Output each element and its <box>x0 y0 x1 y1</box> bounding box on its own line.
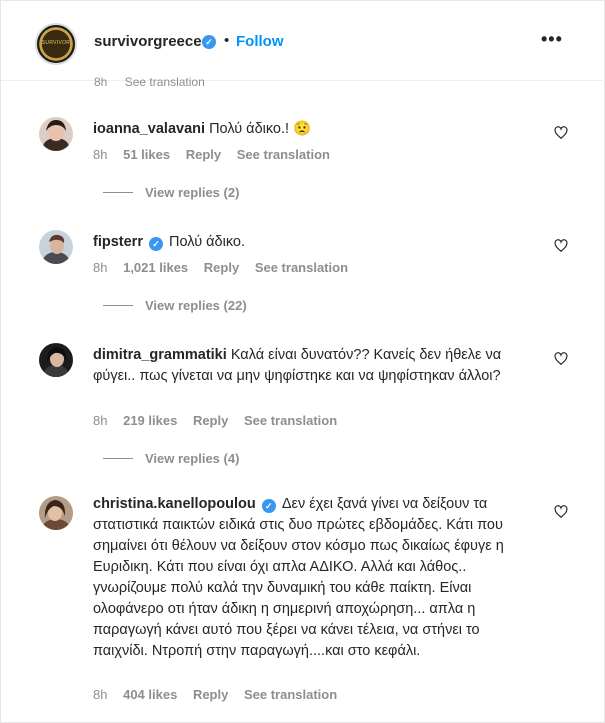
view-replies-button[interactable]: View replies (22) <box>103 298 247 313</box>
comment-likes[interactable]: 219 likes <box>123 413 177 428</box>
comment-meta: 8h 219 likes Reply See translation <box>93 413 349 428</box>
like-heart-icon[interactable] <box>554 126 568 140</box>
replies-divider <box>103 458 133 459</box>
comment-meta: 8h 51 likes Reply See translation <box>93 147 342 162</box>
commenter-username[interactable]: ioanna_valavani <box>93 121 205 137</box>
comment-time: 8h <box>93 147 108 162</box>
header-separator: • <box>224 32 230 49</box>
reply-button[interactable]: Reply <box>193 687 228 702</box>
comment-meta: 8h 1,021 likes Reply See translation <box>93 260 360 275</box>
verified-badge-icon: ✓ <box>202 35 216 49</box>
commenter-avatar[interactable] <box>39 230 73 264</box>
comment-likes[interactable]: 404 likes <box>123 687 177 702</box>
verified-badge-icon: ✓ <box>261 499 276 513</box>
account-username[interactable]: survivorgreece <box>94 33 202 50</box>
view-replies-label: View replies (4) <box>145 451 240 466</box>
verified-badge-icon: ✓ <box>149 237 163 251</box>
comment-text-block: christina.kanellopoulou ✓ Δεν έχει ξανά … <box>93 494 533 662</box>
comment-likes[interactable]: 1,021 likes <box>123 260 188 275</box>
reply-button[interactable]: Reply <box>193 413 228 428</box>
comment-time: 8h <box>93 687 108 702</box>
comment-time: 8h <box>94 75 108 87</box>
commenter-username[interactable]: dimitra_grammatiki <box>93 347 227 363</box>
comment-text-block: dimitra_grammatiki Καλά είναι δυνατόν?? … <box>93 345 533 387</box>
view-replies-button[interactable]: View replies (4) <box>103 451 239 466</box>
like-heart-icon[interactable] <box>554 505 568 519</box>
comment-text: Δεν έχει ξανά γίνει να δείξουν τα στατισ… <box>93 496 504 659</box>
post-comments-panel: SURVIVOR survivorgreece ✓ • Follow ••• 8… <box>0 0 605 723</box>
avatar-logo-text: SURVIVOR <box>41 40 71 46</box>
comment-text-block: ioanna_valavani Πολύ άδικο.! 😟 <box>93 119 533 140</box>
post-header: SURVIVOR survivorgreece ✓ • Follow ••• <box>1 1 605 81</box>
more-options-icon[interactable]: ••• <box>541 29 563 50</box>
comment-meta: 8h 404 likes Reply See translation <box>93 687 349 702</box>
like-heart-icon[interactable] <box>554 239 568 253</box>
comment-likes[interactable]: 51 likes <box>123 147 170 162</box>
view-replies-label: View replies (2) <box>145 185 240 200</box>
commenter-username[interactable]: christina.kanellopoulou <box>93 496 256 512</box>
reply-button[interactable]: Reply <box>204 260 239 275</box>
replies-divider <box>103 192 133 193</box>
commenter-username[interactable]: fipsterr <box>93 234 143 250</box>
comment-text: Πολύ άδικο.! 😟 <box>209 121 312 137</box>
view-replies-label: View replies (22) <box>145 298 247 313</box>
commenter-avatar[interactable] <box>39 117 73 151</box>
see-translation-link[interactable]: See translation <box>125 75 205 87</box>
commenter-avatar[interactable] <box>39 496 73 530</box>
account-avatar[interactable]: SURVIVOR <box>35 23 77 65</box>
reply-button[interactable]: Reply <box>186 147 221 162</box>
comment-time: 8h <box>93 260 108 275</box>
previous-comment-meta: 8h See translation <box>94 75 219 87</box>
see-translation-link[interactable]: See translation <box>244 687 337 702</box>
comment-text-block: fipsterr ✓ Πολύ άδικο. <box>93 232 533 253</box>
follow-button[interactable]: Follow <box>236 33 284 50</box>
replies-divider <box>103 305 133 306</box>
comment-time: 8h <box>93 413 108 428</box>
comment-text: Πολύ άδικο. <box>169 234 245 250</box>
see-translation-link[interactable]: See translation <box>237 147 330 162</box>
view-replies-button[interactable]: View replies (2) <box>103 185 239 200</box>
like-heart-icon[interactable] <box>554 352 568 366</box>
commenter-avatar[interactable] <box>39 343 73 377</box>
see-translation-link[interactable]: See translation <box>255 260 348 275</box>
see-translation-link[interactable]: See translation <box>244 413 337 428</box>
